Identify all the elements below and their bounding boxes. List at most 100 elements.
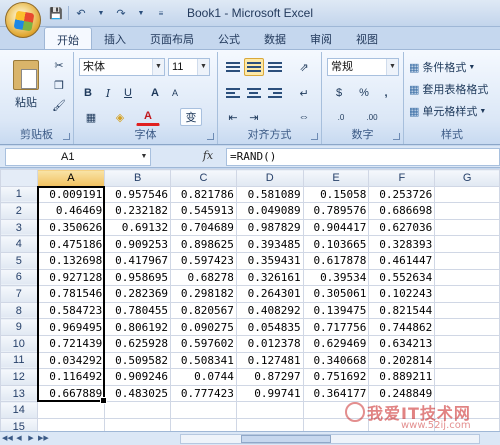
cell[interactable]: 0.264301 bbox=[235, 285, 304, 303]
cell[interactable]: 0.686698 bbox=[368, 202, 436, 220]
cell[interactable]: 0.909253 bbox=[104, 235, 172, 253]
cell[interactable]: 0.958695 bbox=[104, 268, 172, 287]
cell[interactable]: 0.132698 bbox=[36, 251, 106, 270]
cell[interactable]: 0.46469 bbox=[36, 202, 106, 220]
tab-page-layout[interactable]: 页面布局 bbox=[138, 27, 206, 49]
cell[interactable]: 0.090275 bbox=[170, 318, 237, 336]
align-middle-button[interactable] bbox=[244, 58, 264, 76]
cell[interactable]: 0.282369 bbox=[104, 285, 172, 303]
cell[interactable]: 0.232182 bbox=[104, 202, 172, 220]
row-header[interactable]: 8 bbox=[0, 301, 38, 320]
row-header[interactable]: 3 bbox=[0, 218, 38, 237]
cell[interactable]: 0.898625 bbox=[170, 235, 237, 253]
cell[interactable] bbox=[434, 285, 500, 303]
cell[interactable]: 0.417967 bbox=[104, 251, 172, 270]
conditional-formatting-button[interactable]: ▦ 条件格式 ▼ bbox=[408, 58, 498, 76]
cell[interactable] bbox=[434, 417, 500, 431]
cell[interactable] bbox=[434, 235, 500, 253]
cell[interactable]: 0.625928 bbox=[104, 334, 172, 353]
row-header[interactable]: 13 bbox=[0, 384, 38, 403]
cell[interactable] bbox=[302, 401, 370, 419]
cell[interactable]: 0.253726 bbox=[368, 185, 436, 204]
tab-view[interactable]: 视图 bbox=[344, 27, 390, 49]
cell[interactable] bbox=[235, 401, 304, 419]
formula-input[interactable]: =RAND() bbox=[226, 148, 500, 166]
italic-button[interactable]: I bbox=[99, 84, 117, 102]
align-bottom-button[interactable] bbox=[265, 58, 285, 76]
cell[interactable] bbox=[434, 251, 500, 270]
paste-button[interactable]: 粘贴 bbox=[8, 56, 44, 114]
align-center-button[interactable] bbox=[244, 84, 264, 102]
cell[interactable]: 0.298182 bbox=[170, 285, 237, 303]
column-header[interactable]: E bbox=[302, 169, 370, 187]
cell[interactable]: 0.009191 bbox=[36, 185, 106, 204]
cell[interactable]: 0.717756 bbox=[302, 318, 370, 336]
format-as-table-button[interactable]: ▦ 套用表格格式 bbox=[408, 80, 500, 98]
align-top-button[interactable] bbox=[223, 58, 243, 76]
column-header[interactable]: G bbox=[434, 169, 500, 187]
tab-data[interactable]: 数据 bbox=[252, 27, 298, 49]
cell[interactable]: 0.139475 bbox=[302, 301, 370, 320]
cell[interactable]: 0.305061 bbox=[302, 285, 370, 303]
cell[interactable] bbox=[434, 202, 500, 220]
row-header[interactable]: 5 bbox=[0, 251, 38, 270]
cell[interactable]: 0.68278 bbox=[170, 268, 237, 287]
number-dialog-launcher[interactable] bbox=[393, 133, 400, 140]
font-dialog-launcher[interactable] bbox=[207, 133, 214, 140]
tab-insert[interactable]: 插入 bbox=[92, 27, 138, 49]
cell[interactable]: 0.927128 bbox=[36, 268, 106, 287]
decrease-decimal-button[interactable]: .00 bbox=[358, 108, 386, 126]
cell[interactable]: 0.581089 bbox=[235, 185, 304, 204]
cell[interactable] bbox=[434, 351, 500, 370]
cell[interactable]: 0.987829 bbox=[235, 218, 304, 237]
clipboard-dialog-launcher[interactable] bbox=[63, 133, 70, 140]
cell[interactable]: 0.408292 bbox=[235, 301, 304, 320]
copy-button[interactable]: ❐ bbox=[50, 76, 68, 94]
last-sheet-icon[interactable]: ▶▶ bbox=[38, 434, 49, 443]
cell[interactable]: 0.634213 bbox=[368, 334, 436, 353]
select-all-corner[interactable] bbox=[0, 169, 38, 187]
cell[interactable]: 0.99741 bbox=[235, 384, 304, 403]
cell[interactable]: 0.751692 bbox=[302, 368, 370, 386]
cell[interactable]: 0.034292 bbox=[36, 351, 106, 370]
cell[interactable] bbox=[434, 185, 500, 204]
cell[interactable]: 0.509582 bbox=[104, 351, 172, 370]
increase-decimal-button[interactable]: .0 bbox=[327, 108, 355, 126]
cell[interactable]: 0.629469 bbox=[302, 334, 370, 353]
column-header[interactable]: D bbox=[235, 169, 304, 187]
cell[interactable]: 0.744862 bbox=[368, 318, 436, 336]
row-header[interactable]: 7 bbox=[0, 285, 38, 303]
cell[interactable]: 0.350626 bbox=[36, 218, 106, 237]
row-header[interactable]: 11 bbox=[0, 351, 38, 370]
cell[interactable] bbox=[434, 301, 500, 320]
cell[interactable]: 0.483025 bbox=[104, 384, 172, 403]
next-sheet-icon[interactable]: ▶ bbox=[26, 434, 36, 443]
align-right-button[interactable] bbox=[265, 84, 285, 102]
orientation-button[interactable]: ⇗ bbox=[292, 58, 316, 76]
cell[interactable]: 0.103665 bbox=[302, 235, 370, 253]
merge-center-button[interactable]: ⇔ bbox=[292, 108, 316, 126]
cell[interactable]: 0.202814 bbox=[368, 351, 436, 370]
cell[interactable]: 0.721439 bbox=[36, 334, 106, 353]
worksheet-grid[interactable]: A B C D E F G 1 0.009191 0.957546 0.821786 0… bbox=[0, 169, 500, 431]
cell[interactable]: 0.340668 bbox=[302, 351, 370, 370]
wrap-text-button[interactable]: ↵ bbox=[292, 84, 316, 102]
cell[interactable]: 0.054835 bbox=[235, 318, 304, 336]
cell[interactable]: 0.127481 bbox=[235, 351, 304, 370]
column-header[interactable]: F bbox=[368, 169, 436, 187]
cell[interactable]: 0.821786 bbox=[170, 185, 237, 204]
borders-button[interactable]: ▦ bbox=[79, 108, 103, 126]
row-header[interactable]: 4 bbox=[0, 235, 38, 253]
cell[interactable]: 0.364177 bbox=[302, 384, 370, 403]
cell[interactable]: 0.552634 bbox=[368, 268, 436, 287]
cell[interactable]: 0.704689 bbox=[170, 218, 237, 237]
cell[interactable]: 0.904417 bbox=[302, 218, 370, 237]
cell[interactable]: 0.475186 bbox=[36, 235, 106, 253]
grow-font-button[interactable]: A bbox=[146, 84, 164, 102]
cell[interactable] bbox=[104, 417, 172, 431]
cell[interactable]: 0.39534 bbox=[302, 268, 370, 287]
cell[interactable]: 0.597602 bbox=[170, 334, 237, 353]
cell[interactable] bbox=[434, 334, 500, 353]
format-painter-button[interactable]: 🖌 bbox=[50, 96, 68, 114]
cell[interactable]: 0.806192 bbox=[104, 318, 172, 336]
